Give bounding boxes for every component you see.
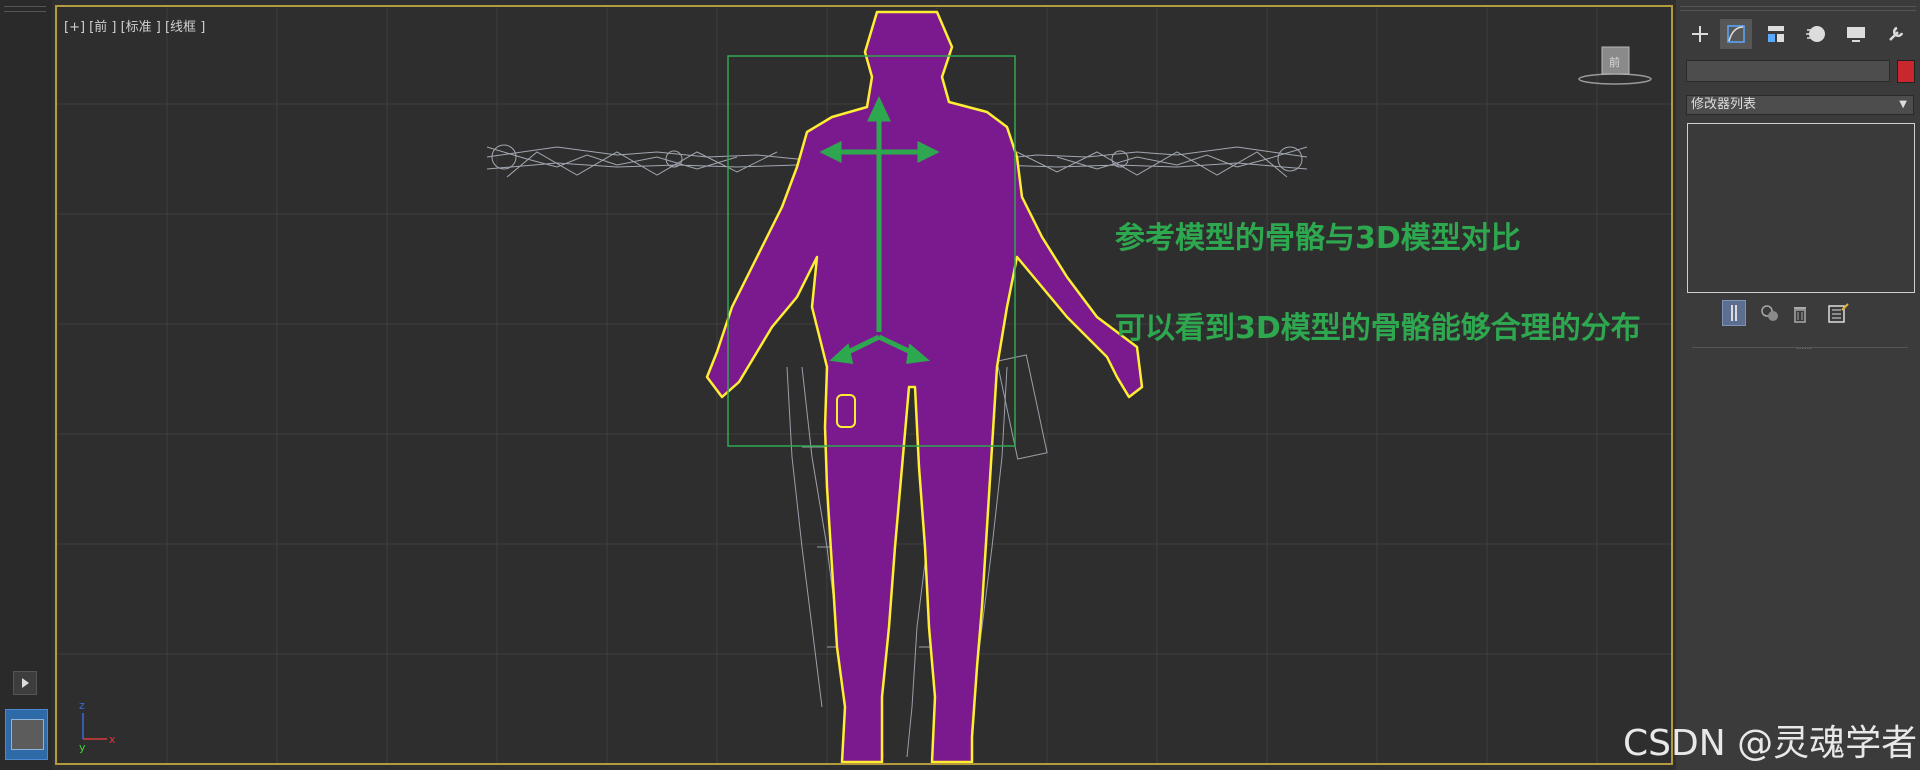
- wrench-icon: [1889, 26, 1904, 41]
- axis-x-label: x: [109, 733, 116, 746]
- plus-icon: [1692, 26, 1708, 42]
- annotation-line-1: 参考模型的骨骼与3D模型对比: [1115, 221, 1521, 256]
- configure-modifier-sets-button[interactable]: [1826, 300, 1850, 326]
- view-cube[interactable]: 前: [1578, 46, 1652, 85]
- divider-knob[interactable]: ⋯⋯: [1796, 344, 1812, 353]
- tab-utilities[interactable]: [1880, 19, 1912, 49]
- trash-icon: [1794, 307, 1806, 323]
- viewport-label-menu[interactable]: [+] [前 ] [标准 ] [线框 ]: [64, 16, 205, 35]
- panel-divider[interactable]: ⋯⋯: [1692, 344, 1908, 353]
- modifier-list-dropdown[interactable]: 修改器列表 ▼: [1686, 95, 1914, 115]
- tab-display[interactable]: [1840, 19, 1872, 49]
- tab-modify[interactable]: [1720, 19, 1752, 49]
- configure-icon: [1828, 303, 1849, 323]
- modifier-stack-list[interactable]: [1687, 123, 1915, 293]
- strip-grip[interactable]: [4, 6, 46, 12]
- tab-motion[interactable]: [1800, 19, 1832, 49]
- modifier-list-label: 修改器列表: [1691, 97, 1757, 112]
- front-viewport[interactable]: 前 z y x [+] [前 ] [标准 ] [线框 ] 参考模型的骨骼与3D模…: [55, 5, 1673, 765]
- object-name-input[interactable]: [1686, 60, 1890, 82]
- viewport-layout-button[interactable]: [5, 709, 48, 760]
- annotation-line-2: 可以看到3D模型的骨骼能够合理的分布: [1115, 311, 1641, 346]
- chevron-down-icon: ▼: [1899, 99, 1907, 110]
- object-color-swatch[interactable]: [1897, 60, 1915, 83]
- motion-icon: [1806, 26, 1825, 42]
- character-model-silhouette: [705, 10, 1144, 763]
- left-strip: [0, 0, 52, 770]
- tab-create[interactable]: [1684, 19, 1716, 49]
- svg-text:前: 前: [1609, 55, 1620, 69]
- axis-y-label: y: [79, 741, 86, 754]
- tab-hierarchy[interactable]: [1760, 19, 1792, 49]
- hierarchy-icon: [1768, 26, 1784, 42]
- command-panel: 修改器列表 ▼ ⋯⋯: [1676, 0, 1920, 770]
- modify-curve-icon: [1727, 25, 1745, 43]
- viewport-layout-icon: [11, 719, 44, 750]
- play-icon: [22, 678, 29, 688]
- show-end-result-button[interactable]: [1758, 300, 1782, 326]
- expand-play-button[interactable]: [13, 671, 37, 695]
- show-result-icon: [1761, 305, 1778, 321]
- axis-gizmo: z y x: [79, 699, 116, 754]
- watermark: CSDN @灵魂学者: [1623, 723, 1918, 764]
- viewport-canvas[interactable]: 前 z y x: [57, 7, 1671, 763]
- panel-grip[interactable]: [1680, 6, 1916, 11]
- delete-modifier-button[interactable]: [1788, 300, 1812, 326]
- pin-stack-button[interactable]: [1722, 300, 1746, 326]
- axis-z-label: z: [79, 699, 85, 712]
- display-icon: [1847, 27, 1865, 42]
- pin-icon: [1731, 305, 1737, 321]
